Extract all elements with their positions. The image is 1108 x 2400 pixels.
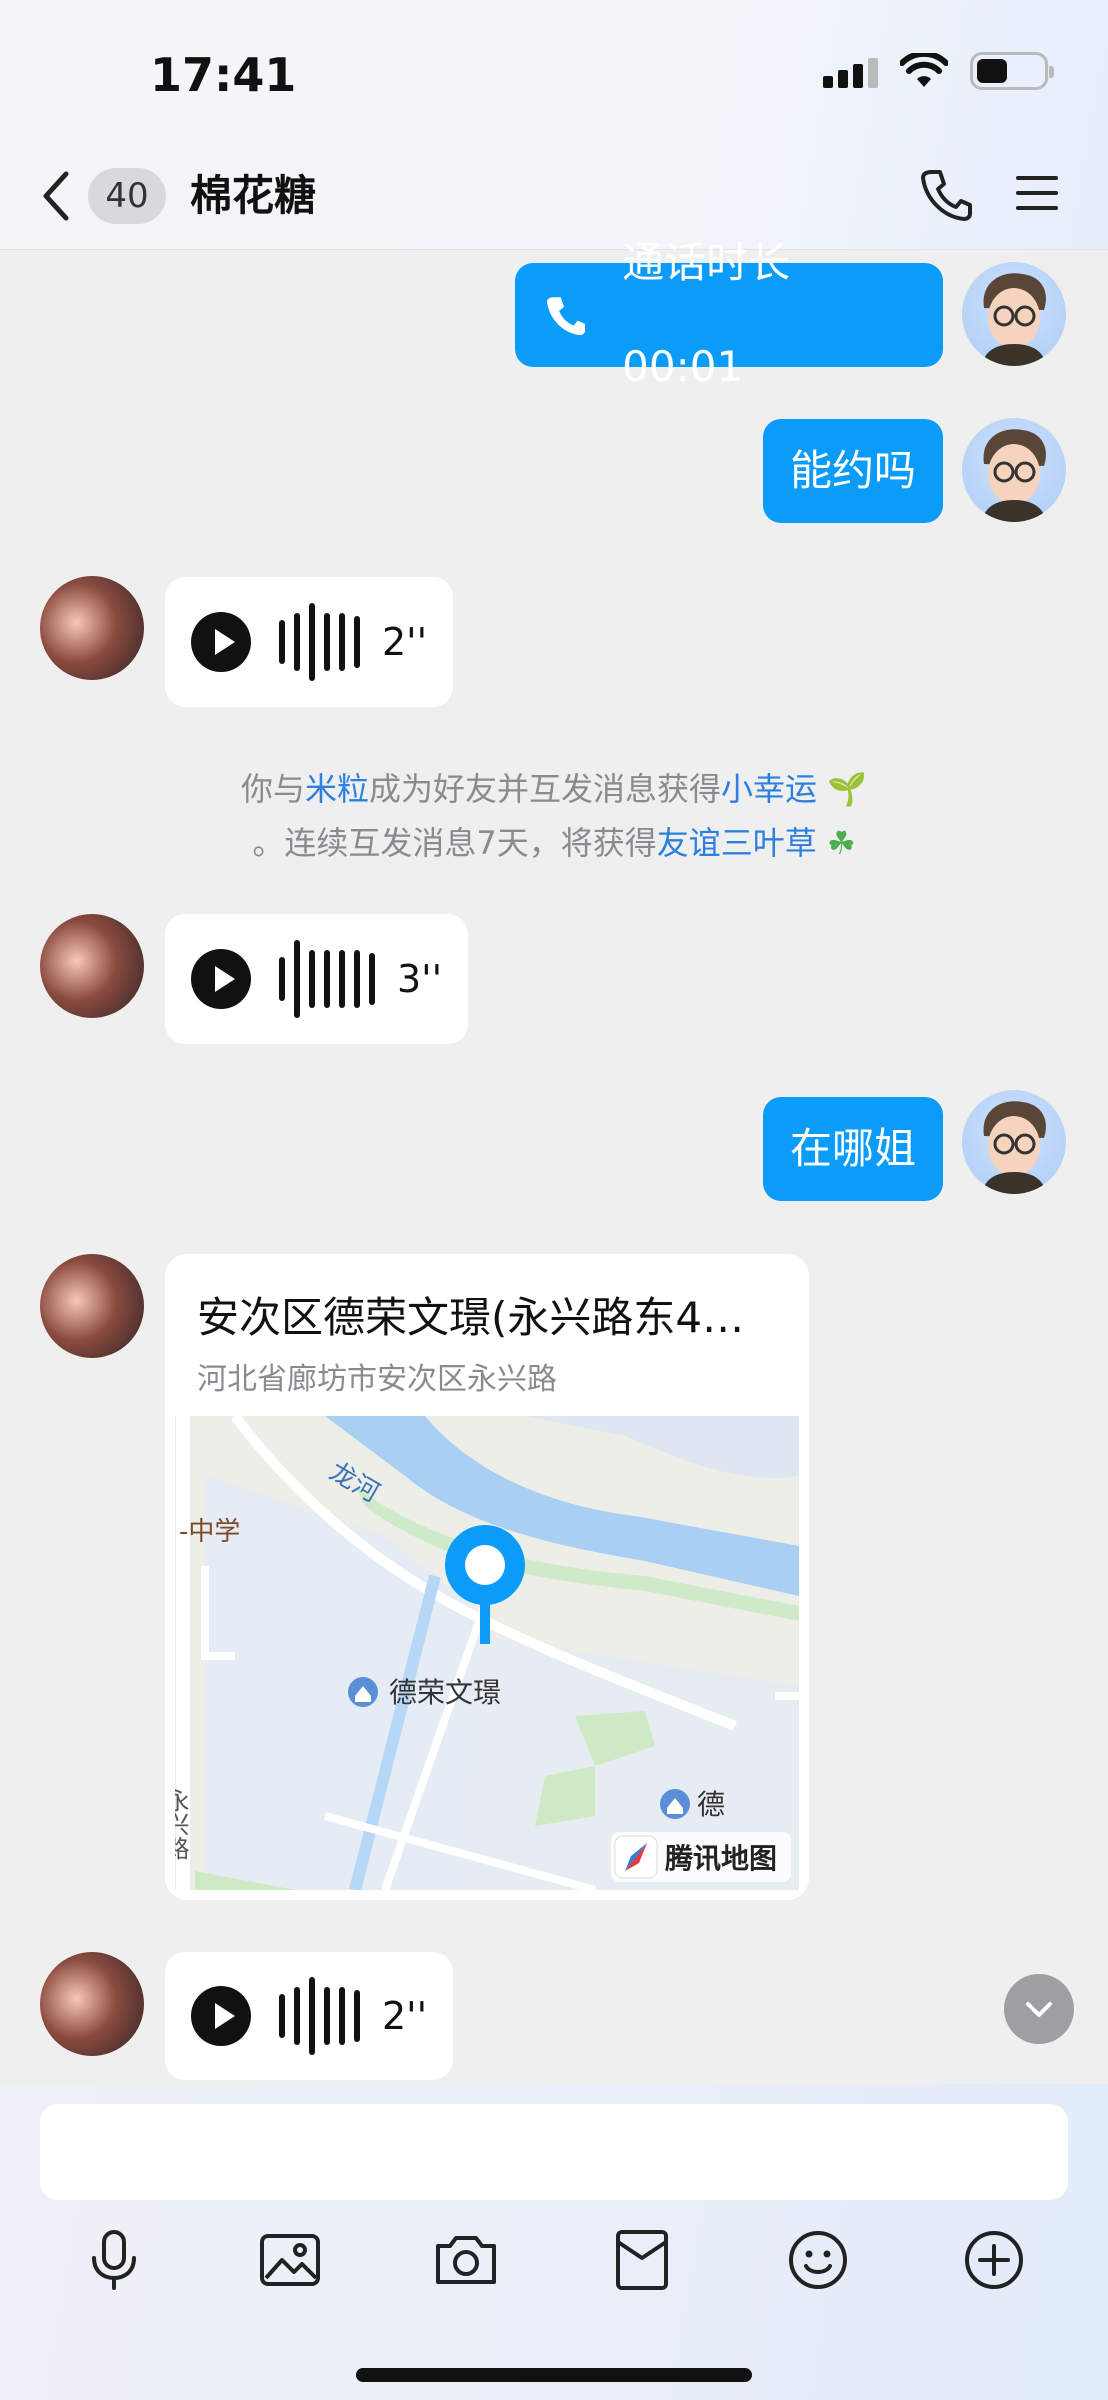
status-icons [823,52,1054,90]
play-icon[interactable] [191,949,251,1009]
chevron-down-icon [1026,2002,1052,2017]
sprout-icon: 🌱 [827,770,868,808]
contact-avatar[interactable] [40,576,144,680]
signal-icon [823,54,878,88]
map-provider-label: 腾讯地图 [665,1842,777,1875]
contact-avatar[interactable] [40,914,144,1018]
phone-icon [547,297,585,336]
map-label-school: -中学 [179,1517,240,1547]
message-text: 能约吗 [789,446,916,495]
cartoon-avatar-icon [982,1101,1046,1194]
voice-message[interactable]: 2'' [165,1952,453,2080]
notice-text: 。连续互发消息7天，将获得 [252,824,657,862]
system-notice: 你与米粒成为好友并互发消息获得小幸运 🌱 。连续互发消息7天，将获得友谊三叶草 … [190,762,918,870]
my-message-bubble[interactable]: 能约吗 [763,419,943,523]
location-address: 河北省廊坊市安次区永兴路 [197,1362,557,1397]
image-icon[interactable] [254,2224,326,2296]
my-avatar[interactable] [962,1090,1066,1194]
cartoon-avatar-icon [982,273,1046,366]
plus-icon[interactable] [958,2224,1030,2296]
voice-duration: 2'' [382,1994,428,2038]
map-label-poi: 德荣文璟 [389,1676,501,1709]
clover-icon: ☘ [826,824,856,862]
message-input[interactable] [40,2104,1068,2200]
voice-duration: 2'' [382,620,428,664]
camera-icon[interactable] [430,2224,502,2296]
emoji-icon[interactable] [782,2224,854,2296]
map-label-poi2: 德 [697,1788,725,1821]
contact-avatar[interactable] [40,1952,144,2056]
unread-badge[interactable]: 40 [88,168,166,224]
voice-message[interactable]: 2'' [165,577,453,707]
voice-waveform-icon [279,603,360,681]
notice-text: 你与 [240,770,305,808]
back-chevron-icon[interactable] [36,168,76,224]
reward-link-lucky[interactable]: 小幸运 [721,770,817,808]
voice-waveform-icon [279,940,375,1018]
status-time: 17:41 [150,48,297,102]
battery-icon [970,52,1054,90]
play-icon[interactable] [191,612,251,672]
friend-link[interactable]: 米粒 [305,770,369,808]
notice-text: 成为好友并互发消息获得 [368,770,721,808]
contact-avatar[interactable] [40,1254,144,1358]
phone-icon[interactable] [918,166,974,222]
location-title: 安次区德荣文璟(永兴路东4… [197,1293,745,1342]
red-packet-icon[interactable] [606,2224,678,2296]
reward-link-clover[interactable]: 友谊三叶草 [657,824,817,862]
home-indicator[interactable] [356,2368,752,2382]
my-avatar[interactable] [962,418,1066,522]
menu-icon[interactable] [1014,170,1060,216]
voice-message[interactable]: 3'' [165,914,468,1044]
top-bar: 17:41 40 棉花糖 [0,0,1108,250]
cartoon-avatar-icon [982,429,1046,522]
map-label-road: 永兴路 [175,1788,189,1860]
call-record-bubble[interactable]: 通话时长 00:01 [515,238,943,391]
map-preview[interactable]: 龙河 -中学 德荣文璟 永兴路 德 腾讯地图 [175,1416,799,1890]
location-card[interactable]: 安次区德荣文璟(永兴路东4… 河北省廊坊市安次区永兴路 龙河 -中学 德荣文璟 … [165,1254,809,1900]
wifi-icon [900,53,948,87]
scroll-to-bottom-button[interactable] [1004,1974,1074,2044]
voice-waveform-icon [279,1977,360,2055]
voice-duration: 3'' [397,957,443,1001]
input-bar [0,2084,1108,2400]
microphone-icon[interactable] [78,2224,150,2296]
message-text: 在哪姐 [789,1124,916,1173]
my-message-bubble[interactable]: 在哪姐 [763,1097,943,1201]
play-icon[interactable] [191,1986,251,2046]
chat-title: 棉花糖 [190,171,317,220]
my-avatar[interactable] [962,262,1066,366]
call-duration-label: 通话时长 00:01 [622,238,791,391]
